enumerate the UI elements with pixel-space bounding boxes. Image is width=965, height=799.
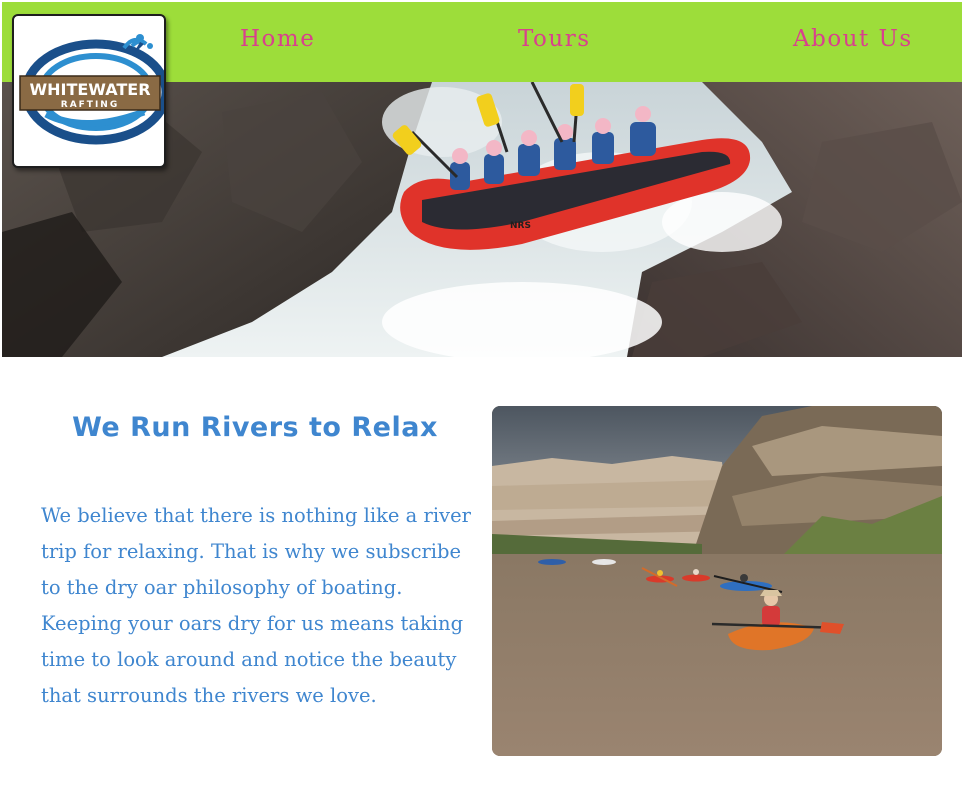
nav-link-tours[interactable]: Tours [518, 26, 591, 52]
logo-text-rafting: RAFTING [61, 100, 119, 110]
logo-text-whitewater: WHITEWATER [29, 80, 150, 99]
nav-link-about-us[interactable]: About Us [793, 26, 913, 52]
section-heading: We Run Rivers to Relax [72, 412, 438, 443]
logo-graphic: WHITEWATER RAFTING [19, 34, 164, 145]
raft-brand-label: NRS [510, 221, 531, 231]
nav-link-home[interactable]: Home [240, 26, 315, 52]
whitewater-rafting-logo[interactable]: WHITEWATER RAFTING [12, 14, 166, 168]
river-kayak-photo [492, 406, 942, 756]
section-paragraph: We believe that there is nothing like a … [41, 504, 471, 707]
